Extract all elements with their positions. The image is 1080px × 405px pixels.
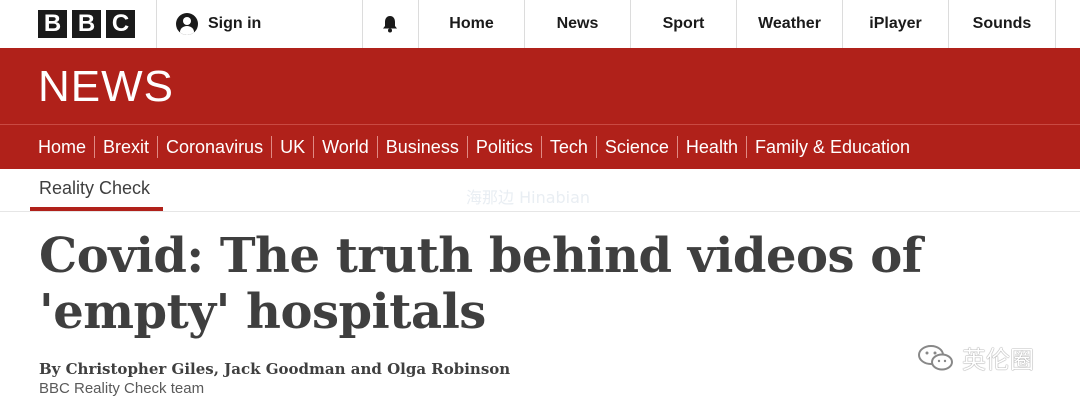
divider (362, 0, 363, 48)
article-byline: By Christopher Giles, Jack Goodman and O… (39, 360, 511, 378)
section-nav-home[interactable]: Home (38, 136, 94, 158)
reality-check-link[interactable]: Reality Check (39, 178, 150, 199)
topnav-news[interactable]: News (525, 0, 630, 48)
section-nav: Home Brexit Coronavirus UK World Busines… (38, 125, 918, 169)
bbc-logo[interactable]: B B C (38, 10, 135, 38)
signin-link[interactable]: Sign in (176, 0, 261, 48)
watermark-logo: 海那边 Hinabian (466, 188, 591, 207)
article-headline: Covid: The truth behind videos of 'empty… (39, 228, 922, 340)
news-banner: NEWS (0, 48, 1080, 124)
divider (0, 211, 1080, 212)
section-nav-politics[interactable]: Politics (466, 136, 541, 158)
topnav-sounds[interactable]: Sounds (949, 0, 1055, 48)
section-nav-tech[interactable]: Tech (540, 136, 596, 158)
section-nav-family-education[interactable]: Family & Education (745, 136, 918, 158)
section-nav-coronavirus[interactable]: Coronavirus (157, 136, 271, 158)
signin-label: Sign in (208, 15, 262, 32)
watermark-text: 英伦圈 (962, 346, 1034, 374)
topnav-iplayer[interactable]: iPlayer (843, 0, 948, 48)
masthead: B B C Sign in Home News Sport Weather iP… (0, 0, 1080, 49)
bbc-logo-letter: C (106, 10, 135, 38)
divider (156, 0, 157, 48)
section-nav-brexit[interactable]: Brexit (94, 136, 157, 158)
wechat-icon (918, 344, 953, 370)
section-nav-uk[interactable]: UK (271, 136, 313, 158)
section-nav-business[interactable]: Business (376, 136, 467, 158)
topnav-weather[interactable]: Weather (737, 0, 842, 48)
section-nav-bar: Home Brexit Coronavirus UK World Busines… (0, 124, 1080, 169)
news-logo[interactable]: NEWS (38, 62, 174, 112)
bbc-logo-letter: B (38, 10, 67, 38)
section-nav-science[interactable]: Science (595, 136, 677, 158)
bbc-logo-letter: B (72, 10, 101, 38)
section-nav-health[interactable]: Health (676, 136, 746, 158)
article-team: BBC Reality Check team (39, 380, 205, 397)
topnav-sport[interactable]: Sport (631, 0, 736, 48)
watermark: 英伦圈 (916, 340, 1034, 375)
divider (1055, 0, 1056, 48)
notifications-bell-icon[interactable] (380, 14, 400, 34)
user-icon (176, 13, 198, 35)
section-nav-world[interactable]: World (313, 136, 377, 158)
topnav-home[interactable]: Home (419, 0, 524, 48)
